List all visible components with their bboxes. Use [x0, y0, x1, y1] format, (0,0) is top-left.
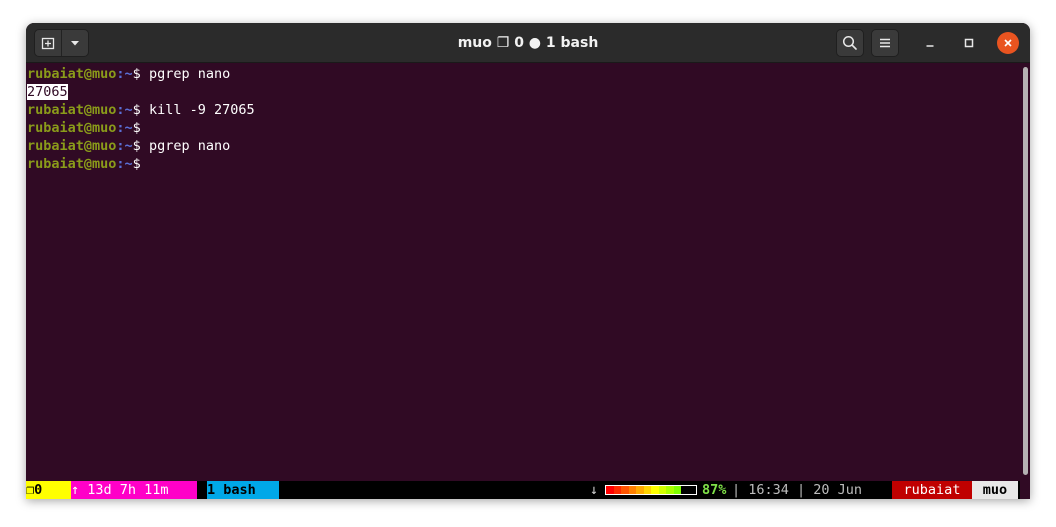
battery-cell: [673, 486, 681, 494]
new-tab-button-group: [34, 29, 89, 57]
terminal-prompt-line: rubaiat@muo:~$: [26, 155, 1020, 173]
battery-cell: [688, 486, 696, 494]
battery-cell: [666, 486, 674, 494]
prompt-user-host: rubaiat@muo: [27, 138, 117, 154]
terminal-prompt-line: rubaiat@muo:~$ pgrep nano: [26, 65, 1020, 83]
terminal-prompt-line: rubaiat@muo:~$ kill -9 27065: [26, 101, 1020, 119]
prompt-path: :~: [116, 102, 133, 118]
status-active-window[interactable]: 1 bash: [207, 481, 279, 499]
terminal-output-line: 27065: [26, 83, 1020, 101]
new-tab-button[interactable]: [35, 30, 61, 56]
command-text: pgrep nano: [140, 66, 231, 82]
command-text: pgrep nano: [140, 138, 231, 154]
close-button[interactable]: [994, 29, 1022, 57]
status-battery-percent: 87%: [702, 482, 727, 498]
prompt-user-host: rubaiat@muo: [27, 102, 117, 118]
status-user: rubaiat: [892, 481, 972, 499]
download-arrow-icon: ↓: [589, 482, 599, 498]
battery-cell: [643, 486, 651, 494]
output-text: 27065: [27, 84, 68, 100]
status-window-count: ❐0: [26, 481, 71, 499]
minimize-button[interactable]: [916, 29, 944, 57]
minimize-icon: [926, 45, 934, 47]
search-button[interactable]: [836, 29, 864, 57]
terminal-output[interactable]: rubaiat@muo:~$ pgrep nano 27065 rubaiat@mu…: [26, 63, 1020, 478]
prompt-path: :~: [116, 156, 133, 172]
terminal-window: muo ❐ 0 ● 1 bash rubaiat@muo:~$ pgrep na…: [26, 23, 1030, 499]
prompt-symbol: $: [132, 120, 141, 136]
prompt-path: :~: [116, 120, 133, 136]
prompt-symbol: $: [132, 156, 141, 172]
terminal-prompt-line: rubaiat@muo:~$: [26, 119, 1020, 137]
status-host: muo: [972, 481, 1018, 499]
prompt-symbol: $: [132, 66, 141, 82]
menu-button[interactable]: [871, 29, 899, 57]
prompt-user-host: rubaiat@muo: [27, 156, 117, 172]
prompt-symbol: $: [132, 138, 141, 154]
battery-cell: [621, 486, 629, 494]
search-icon: [842, 35, 857, 50]
tmux-status-bar: ❐0 ↑ 13d 7h 11m 1 bash ↓ 87% | 16:34 | 2…: [26, 481, 1020, 499]
terminal-scrollbar[interactable]: [1023, 67, 1028, 475]
title-bar: muo ❐ 0 ● 1 bash: [26, 23, 1030, 63]
terminal-prompt-line: rubaiat@muo:~$ pgrep nano: [26, 137, 1020, 155]
prompt-symbol: $: [132, 102, 141, 118]
maximize-icon: [964, 38, 974, 48]
close-icon: [1004, 39, 1012, 47]
prompt-path: :~: [116, 138, 133, 154]
battery-cell: [613, 486, 621, 494]
chevron-down-icon: [71, 41, 79, 46]
battery-cell: [681, 486, 689, 494]
battery-level-bar: [605, 485, 697, 495]
status-uptime: ↑ 13d 7h 11m: [71, 481, 197, 499]
close-button-circle: [997, 32, 1019, 54]
maximize-button[interactable]: [955, 29, 983, 57]
battery-cell: [606, 486, 614, 494]
new-tab-dropdown-button[interactable]: [61, 30, 88, 56]
prompt-path: :~: [116, 66, 133, 82]
battery-cell: [658, 486, 666, 494]
window-controls: [836, 29, 1022, 57]
battery-cell: [628, 486, 636, 494]
battery-cell: [636, 486, 644, 494]
battery-cell: [651, 486, 659, 494]
command-text: kill -9 27065: [140, 102, 255, 118]
prompt-user-host: rubaiat@muo: [27, 120, 117, 136]
prompt-user-host: rubaiat@muo: [27, 66, 117, 82]
new-tab-icon: [41, 37, 55, 50]
hamburger-menu-icon: [880, 38, 890, 48]
status-time-date: | 16:34 | 20 Jun: [732, 482, 863, 498]
